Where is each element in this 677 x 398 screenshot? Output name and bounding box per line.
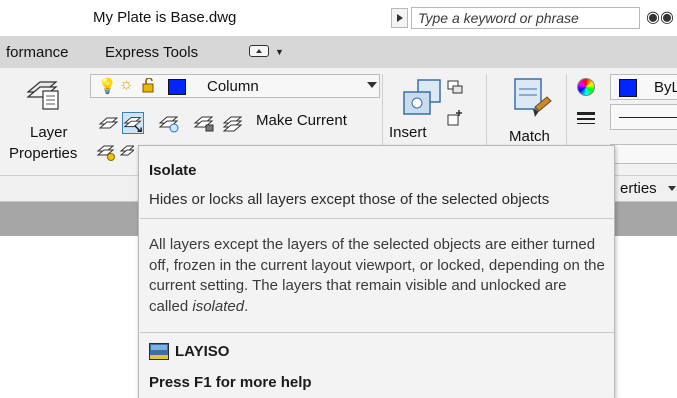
layer-dropdown[interactable]: 💡 ☼ Column xyxy=(90,74,380,98)
lineweight-icon xyxy=(577,112,595,126)
tooltip-help-hint: Press F1 for more help xyxy=(149,374,312,391)
lineweight-dropdown[interactable] xyxy=(610,144,677,164)
layer-freeze-icon[interactable] xyxy=(158,112,180,134)
ribbon-display-icon xyxy=(249,45,269,57)
color-wheel-icon xyxy=(577,78,595,96)
tooltip-description-emphasis: isolated xyxy=(192,297,245,315)
match-properties-icon[interactable] xyxy=(513,77,553,121)
lightbulb-icon: 💡 xyxy=(98,78,117,95)
edit-block-icon[interactable] xyxy=(446,110,464,128)
layer-walk-icon[interactable] xyxy=(96,142,116,162)
tooltip-divider xyxy=(140,332,614,333)
search-input[interactable] xyxy=(411,7,640,29)
sun-icon: ☼ xyxy=(119,76,134,93)
layer-properties-label-line1[interactable]: Layer xyxy=(30,124,68,141)
title-bar: My Plate is Base.dwg ◉◉ xyxy=(0,0,677,36)
tab-express-tools[interactable]: Express Tools xyxy=(105,44,198,61)
make-current-icon[interactable] xyxy=(222,112,244,134)
layer-off-icon[interactable] xyxy=(98,112,120,134)
match-label[interactable]: Match xyxy=(509,128,550,145)
command-icon xyxy=(149,343,169,360)
binoculars-icon[interactable]: ◉◉ xyxy=(646,7,674,27)
tooltip-summary: Hides or locks all layers except those o… xyxy=(149,191,550,208)
chevron-down-icon[interactable] xyxy=(668,186,676,191)
layer-lock-icon[interactable] xyxy=(193,112,215,134)
bylayer-color-swatch xyxy=(619,79,637,97)
current-layer-name: Column xyxy=(207,78,259,95)
unlock-icon xyxy=(142,78,154,93)
ribbon-display-dropdown[interactable]: ▼ xyxy=(244,41,292,61)
layer-color-swatch xyxy=(168,79,186,95)
object-color-dropdown[interactable]: ByL xyxy=(610,74,677,100)
tab-performance[interactable]: formance xyxy=(6,44,69,61)
tooltip-command-name: LAYISO xyxy=(175,343,230,360)
tooltip-title: Isolate xyxy=(149,162,197,179)
isolate-tooltip: Isolate Hides or locks all layers except… xyxy=(138,145,615,398)
ribbon-tab-bar: formance Express Tools xyxy=(0,36,677,68)
search-expand-button[interactable] xyxy=(391,8,408,28)
tooltip-description: All layers except the layers of the sele… xyxy=(149,236,605,315)
tooltip-divider xyxy=(140,218,614,219)
linetype-dropdown[interactable] xyxy=(610,104,677,130)
layer-properties-label-line2[interactable]: Properties xyxy=(9,145,77,162)
insert-label[interactable]: Insert xyxy=(389,124,427,141)
chevron-down-icon xyxy=(367,82,377,88)
object-color-value: ByL xyxy=(654,79,677,96)
properties-panel-title[interactable]: erties xyxy=(620,180,657,197)
document-title: My Plate is Base.dwg xyxy=(93,9,237,26)
layer-properties-icon[interactable] xyxy=(26,78,60,110)
make-current-label[interactable]: Make Current xyxy=(256,112,347,129)
layer-isolate-icon[interactable] xyxy=(122,112,144,134)
create-block-icon[interactable] xyxy=(446,78,464,96)
layer-state-icon[interactable] xyxy=(120,142,134,162)
insert-block-icon[interactable] xyxy=(402,78,444,118)
chevron-down-icon: ▼ xyxy=(275,47,284,57)
